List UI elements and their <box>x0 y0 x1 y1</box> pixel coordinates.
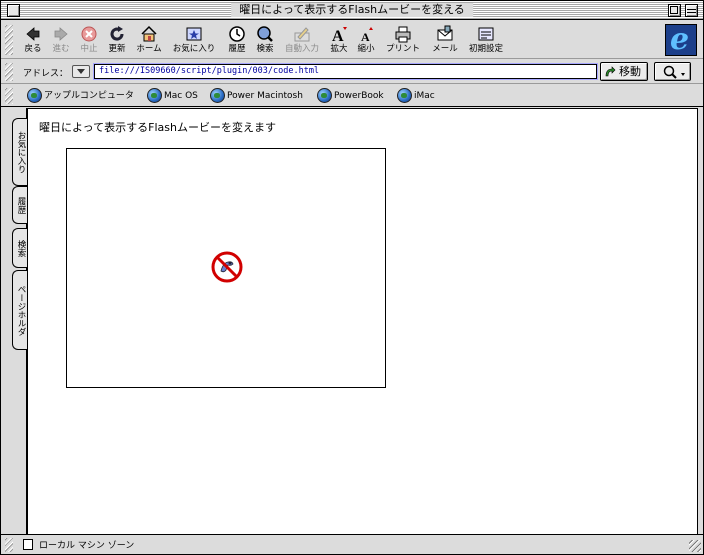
text-smaller-icon: A <box>357 25 375 44</box>
address-history-dropdown[interactable] <box>72 65 90 78</box>
collapse-box[interactable] <box>685 4 698 17</box>
address-label: アドレス： <box>23 69 69 79</box>
go-arrow-icon <box>605 66 616 77</box>
refresh-icon <box>108 25 126 43</box>
favorites-bar: アップルコンピュータ Mac OS Power Macintosh PowerB… <box>1 85 703 107</box>
globe-icon <box>27 88 42 103</box>
print-icon <box>394 25 412 43</box>
toolbar-grip[interactable] <box>5 25 13 55</box>
favorite-link[interactable]: アップルコンピュータ <box>27 88 134 104</box>
svg-text:A: A <box>361 30 370 43</box>
mail-icon <box>436 25 454 43</box>
status-text: ローカル マシン ゾーン <box>39 541 135 551</box>
zone-icon <box>23 539 33 550</box>
tab-history[interactable]: 履歴 <box>12 186 27 224</box>
window-title: 曜日によって表示するFlashムービーを変える <box>231 3 473 17</box>
button-toolbar: 戻る 進む 中止 更新 ホーム お気に入り 履歴 検索 自動入力 A 拡大 A … <box>1 21 703 59</box>
page-content: 曜日によって表示するFlashムービーを変えます <box>28 108 697 534</box>
stop-button[interactable]: 中止 <box>77 25 101 57</box>
browser-window: 曜日によって表示するFlashムービーを変える 戻る 進む 中止 更新 ホーム … <box>0 0 704 555</box>
missing-plugin-icon <box>211 251 243 283</box>
resize-handle[interactable] <box>689 540 701 552</box>
go-button[interactable]: 移動 <box>600 62 648 81</box>
search-icon <box>256 25 274 43</box>
stop-icon <box>80 25 98 43</box>
favorites-grip[interactable] <box>5 88 13 104</box>
preferences-button[interactable]: 初期設定 <box>467 25 505 57</box>
address-input[interactable]: file:///IS09660/script/plugin/003/code.h… <box>94 64 597 79</box>
refresh-button[interactable]: 更新 <box>105 25 129 57</box>
text-larger-icon: A <box>330 25 348 45</box>
vertical-scroll-edge[interactable] <box>697 108 703 534</box>
favorite-link[interactable]: iMac <box>397 88 435 104</box>
history-icon <box>228 25 246 43</box>
globe-icon <box>210 88 225 103</box>
zoom-box[interactable] <box>668 4 681 17</box>
explorer-bar-tabs: お気に入り 履歴 検索 ページホルダ <box>1 108 29 534</box>
favorites-icon <box>185 25 203 43</box>
autofill-icon <box>293 25 311 43</box>
magnifier-icon <box>663 65 685 79</box>
page-heading: 曜日によって表示するFlashムービーを変えます <box>39 121 276 134</box>
favorite-link[interactable]: Power Macintosh <box>210 88 303 104</box>
history-button[interactable]: 履歴 <box>225 25 249 57</box>
go-button-label: 移動 <box>619 65 641 78</box>
ie-logo: e <box>665 22 697 57</box>
forward-arrow-icon <box>52 25 70 43</box>
find-button[interactable] <box>654 62 691 81</box>
globe-icon <box>147 88 162 103</box>
favorite-link[interactable]: PowerBook <box>317 88 384 104</box>
search-button[interactable]: 検索 <box>253 25 277 57</box>
address-bar: アドレス： file:///IS09660/script/plugin/003/… <box>1 60 703 84</box>
status-grip <box>5 538 13 552</box>
tab-page-holder[interactable]: ページホルダ <box>12 270 27 350</box>
home-icon <box>140 25 158 43</box>
globe-icon <box>317 88 332 103</box>
home-button[interactable]: ホーム <box>134 25 164 57</box>
globe-icon <box>397 88 412 103</box>
close-box[interactable] <box>7 4 20 17</box>
text-larger-button[interactable]: A 拡大 <box>328 25 350 57</box>
autofill-button[interactable]: 自動入力 <box>281 25 323 57</box>
back-arrow-icon <box>24 25 42 43</box>
status-bar: ローカル マシン ゾーン <box>1 534 703 554</box>
address-grip[interactable] <box>5 63 13 81</box>
favorites-button[interactable]: お気に入り <box>171 25 217 57</box>
favorite-link[interactable]: Mac OS <box>147 88 198 104</box>
title-bar[interactable]: 曜日によって表示するFlashムービーを変える <box>1 1 703 20</box>
mail-button[interactable]: メール <box>430 25 460 57</box>
forward-button[interactable]: 進む <box>49 25 73 57</box>
flash-plugin-area[interactable] <box>66 148 386 388</box>
back-button[interactable]: 戻る <box>21 25 45 57</box>
text-smaller-button[interactable]: A 縮小 <box>355 25 377 57</box>
print-button[interactable]: プリント <box>384 25 422 57</box>
tab-favorites[interactable]: お気に入り <box>12 118 27 186</box>
svg-text:A: A <box>332 28 344 43</box>
preferences-icon <box>477 25 495 43</box>
tab-search[interactable]: 検索 <box>12 228 27 268</box>
